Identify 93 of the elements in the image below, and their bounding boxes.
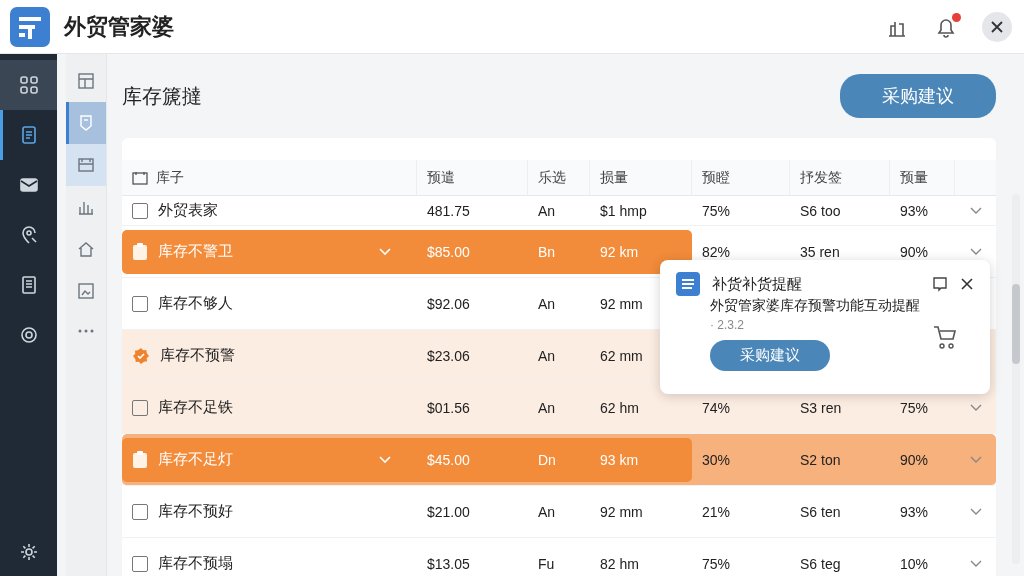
table-cell: S6 teg (800, 555, 841, 572)
table-cell: 93% (900, 503, 929, 520)
checkbox[interactable] (132, 295, 148, 312)
table-cell: 75% (702, 555, 731, 572)
more-icon[interactable] (77, 328, 96, 334)
column-header: 预瞪 (702, 168, 730, 187)
table-cell: Fu (538, 555, 555, 572)
table-row[interactable]: 库存不足铁 $01.56 An 62 hm 74% S3 ren 75% (122, 382, 996, 434)
table-cell: 35 ren (800, 243, 840, 260)
chevron-down-icon[interactable] (969, 559, 982, 568)
table-cell: 62 mm (600, 347, 643, 364)
calendar-icon (77, 156, 96, 174)
table-cell: Bn (538, 243, 556, 260)
table-cell: $92.06 (427, 295, 470, 312)
table-cell: 90% (900, 451, 929, 468)
table-cell: 62 hm (600, 399, 639, 416)
settings-icon[interactable] (18, 542, 39, 562)
cart-icon[interactable] (933, 324, 957, 350)
checkbox[interactable] (132, 399, 148, 416)
table-cell: 30% (702, 451, 731, 468)
table-cell: 82% (702, 243, 731, 260)
table-cell: 82 hm (600, 555, 639, 572)
chevron-down-icon[interactable] (969, 206, 982, 215)
table-cell: 93% (900, 202, 929, 219)
table-cell: An (538, 399, 556, 416)
table-cell: Dn (538, 451, 556, 468)
table-cell: 93 km (600, 451, 639, 468)
app-logo-icon (10, 6, 50, 47)
table-cell: 74% (702, 399, 731, 416)
table-cell: 90% (900, 243, 929, 260)
column-header: 乐选 (538, 168, 566, 187)
table-cell: $13.05 (427, 555, 470, 572)
grid-icon (18, 75, 39, 95)
table-cell: $01.56 (427, 399, 470, 416)
table-cell: $45.00 (427, 451, 470, 468)
table-cell-text: 库存不预塌 (158, 554, 234, 573)
chevron-down-icon[interactable] (969, 507, 982, 516)
list-icon (676, 272, 700, 296)
checkbox[interactable] (132, 202, 148, 219)
table-cell: An (538, 202, 556, 219)
close-button[interactable] (982, 11, 1012, 42)
table-cell: 21% (702, 503, 731, 520)
table-cell: S6 ten (800, 503, 841, 520)
comment-icon[interactable] (932, 276, 948, 292)
table-cell: $1 hmp (600, 202, 647, 219)
table-cell: 481.75 (427, 202, 470, 219)
table-cell: An (538, 347, 556, 364)
table-row[interactable]: 库存不预塌 $13.05 Fu 82 hm 75% S6 teg 10% (122, 538, 996, 576)
table-cell: $85.00 (427, 243, 470, 260)
table-cell: 92 mm (600, 503, 643, 520)
frame-icon (77, 282, 96, 300)
table-cell-text: 库存不预警 (160, 346, 236, 365)
calendar-icon (132, 170, 148, 185)
table-cell: 92 km (600, 243, 639, 260)
column-header: 预遣 (427, 168, 455, 187)
table-cell: 92 mm (600, 295, 643, 312)
checkbox[interactable] (132, 503, 148, 520)
table-cell-text: 库存不够人 (158, 294, 234, 313)
close-icon (990, 19, 1004, 34)
sidebar-item[interactable] (0, 60, 58, 110)
checkbox[interactable] (132, 555, 148, 572)
close-icon[interactable] (960, 277, 974, 291)
table-cell: S3 ren (800, 399, 842, 416)
table-cell-text: 库存不足铁 (158, 398, 234, 417)
layout-icon (77, 72, 96, 90)
table-cell: $23.06 (427, 347, 470, 364)
mail-icon (18, 175, 39, 195)
chevron-down-icon[interactable] (969, 403, 982, 412)
table-cell: An (538, 503, 556, 520)
table-cell: 10% (900, 555, 929, 572)
table-cell: An (538, 295, 556, 312)
table-cell-text: 库存不警卫 (158, 242, 234, 261)
table-cell-text: 外贸表家 (158, 201, 219, 220)
table-cell: 75% (702, 202, 731, 219)
purchase-suggestion-button[interactable]: 采购建议 (710, 339, 830, 371)
chevron-down-icon[interactable] (969, 247, 982, 256)
app-title: 外贸管家婆 (64, 12, 174, 41)
column-header: 库子 (156, 168, 184, 187)
table-cell-text: 库存不足灯 (158, 450, 234, 469)
table-cell-text: 库存不预好 (158, 502, 234, 521)
table-cell: $21.00 (427, 503, 470, 520)
table-cell: 75% (900, 399, 929, 416)
table-cell: S6 too (800, 202, 841, 219)
purchase-suggestion-button[interactable]: 采购建议 (840, 74, 996, 118)
column-header: 预量 (900, 168, 928, 187)
home-icon (77, 240, 96, 258)
scrollbar[interactable] (1012, 194, 1020, 564)
table-row[interactable]: 库存不预好 $21.00 An 92 mm 21% S6 ten 93% (122, 486, 996, 538)
column-header: 抒发签 (800, 168, 842, 187)
page-title: 库存篪撻 (122, 83, 202, 109)
column-header: 损量 (600, 168, 628, 187)
table-cell: S2 ton (800, 451, 841, 468)
table-row[interactable]: 外贸表家 481.75 An $1 hmp 75% S6 too 93% (122, 196, 996, 226)
